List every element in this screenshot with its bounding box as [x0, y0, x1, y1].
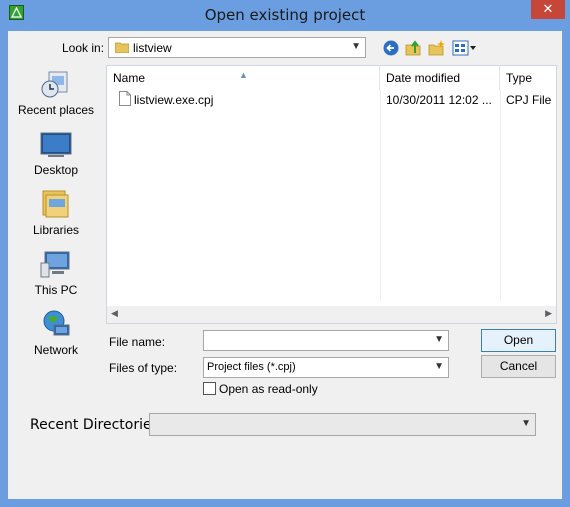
back-icon[interactable]	[382, 39, 400, 57]
horizontal-scrollbar[interactable]: ◀ ▶	[107, 306, 556, 323]
readonly-checkbox[interactable]	[203, 382, 216, 395]
place-label: Recent places	[17, 103, 95, 117]
column-divider	[380, 90, 381, 301]
chevron-down-icon[interactable]: ▼	[434, 334, 444, 345]
place-label: This PC	[34, 283, 78, 297]
chevron-down-icon[interactable]: ▼	[434, 361, 444, 372]
place-this-pc[interactable]: This PC	[8, 245, 104, 305]
title-bar[interactable]: Open existing project ✕	[0, 0, 570, 31]
lookin-label: Look in:	[62, 41, 105, 55]
lookin-combo[interactable]: listview ▼	[108, 37, 366, 58]
file-date: 10/30/2011 12:02 ...	[386, 93, 492, 107]
file-row[interactable]: listview.exe.cpj 10/30/2011 12:02 ... CP…	[107, 90, 558, 110]
file-name: listview.exe.cpj	[134, 93, 214, 107]
filename-input[interactable]: ▼	[203, 330, 449, 351]
scroll-right-icon[interactable]: ▶	[545, 308, 552, 319]
filetype-label: Files of type:	[109, 361, 178, 375]
recent-directories-label: Recent Directories:	[30, 417, 164, 433]
window-title: Open existing project	[204, 6, 366, 24]
this-pc-icon	[40, 251, 70, 278]
desktop-icon	[40, 132, 72, 157]
view-menu-icon[interactable]	[452, 39, 478, 57]
dialog-client: Look in: listview ▼ Recent places Deskto…	[8, 31, 562, 499]
up-folder-icon[interactable]	[405, 39, 423, 57]
chevron-down-icon: ▼	[351, 41, 361, 52]
scroll-left-icon[interactable]: ◀	[111, 308, 118, 319]
file-icon	[119, 91, 131, 106]
recent-places-icon	[41, 71, 68, 98]
place-label: Network	[33, 343, 78, 357]
new-folder-icon[interactable]	[428, 39, 446, 57]
place-recent[interactable]: Recent places	[8, 65, 104, 125]
libraries-icon	[42, 190, 69, 218]
place-label: Desktop	[33, 163, 79, 177]
dialog-window: Open existing project ✕ Look in: listvie…	[0, 0, 570, 507]
places-bar: Recent places Desktop Libraries This PC …	[8, 65, 104, 365]
folder-icon	[115, 42, 129, 53]
place-network[interactable]: Network	[8, 305, 104, 365]
recent-directories-select[interactable]: ▼	[149, 413, 536, 436]
column-header-type[interactable]: Type	[500, 66, 556, 90]
open-button[interactable]: Open	[481, 329, 556, 352]
close-button[interactable]: ✕	[531, 0, 565, 19]
place-libraries[interactable]: Libraries	[8, 185, 104, 245]
file-list[interactable]: Name ▲ Date modified Type listview.exe.c…	[106, 65, 557, 324]
column-divider	[500, 90, 501, 301]
cancel-button[interactable]: Cancel	[481, 355, 556, 378]
lookin-value: listview	[133, 41, 172, 55]
readonly-label[interactable]: Open as read-only	[219, 382, 318, 396]
place-label: Libraries	[32, 223, 80, 237]
column-header-date[interactable]: Date modified	[380, 66, 500, 90]
sort-ascending-icon: ▲	[239, 70, 248, 80]
filename-label: File name:	[109, 335, 166, 349]
filetype-select[interactable]: Project files (*.cpj) ▼	[203, 357, 449, 378]
chevron-down-icon[interactable]: ▼	[521, 418, 531, 429]
place-desktop[interactable]: Desktop	[8, 125, 104, 185]
column-header-name[interactable]: Name ▲	[107, 66, 380, 90]
file-type: CPJ File	[506, 93, 552, 107]
network-icon	[43, 310, 70, 336]
